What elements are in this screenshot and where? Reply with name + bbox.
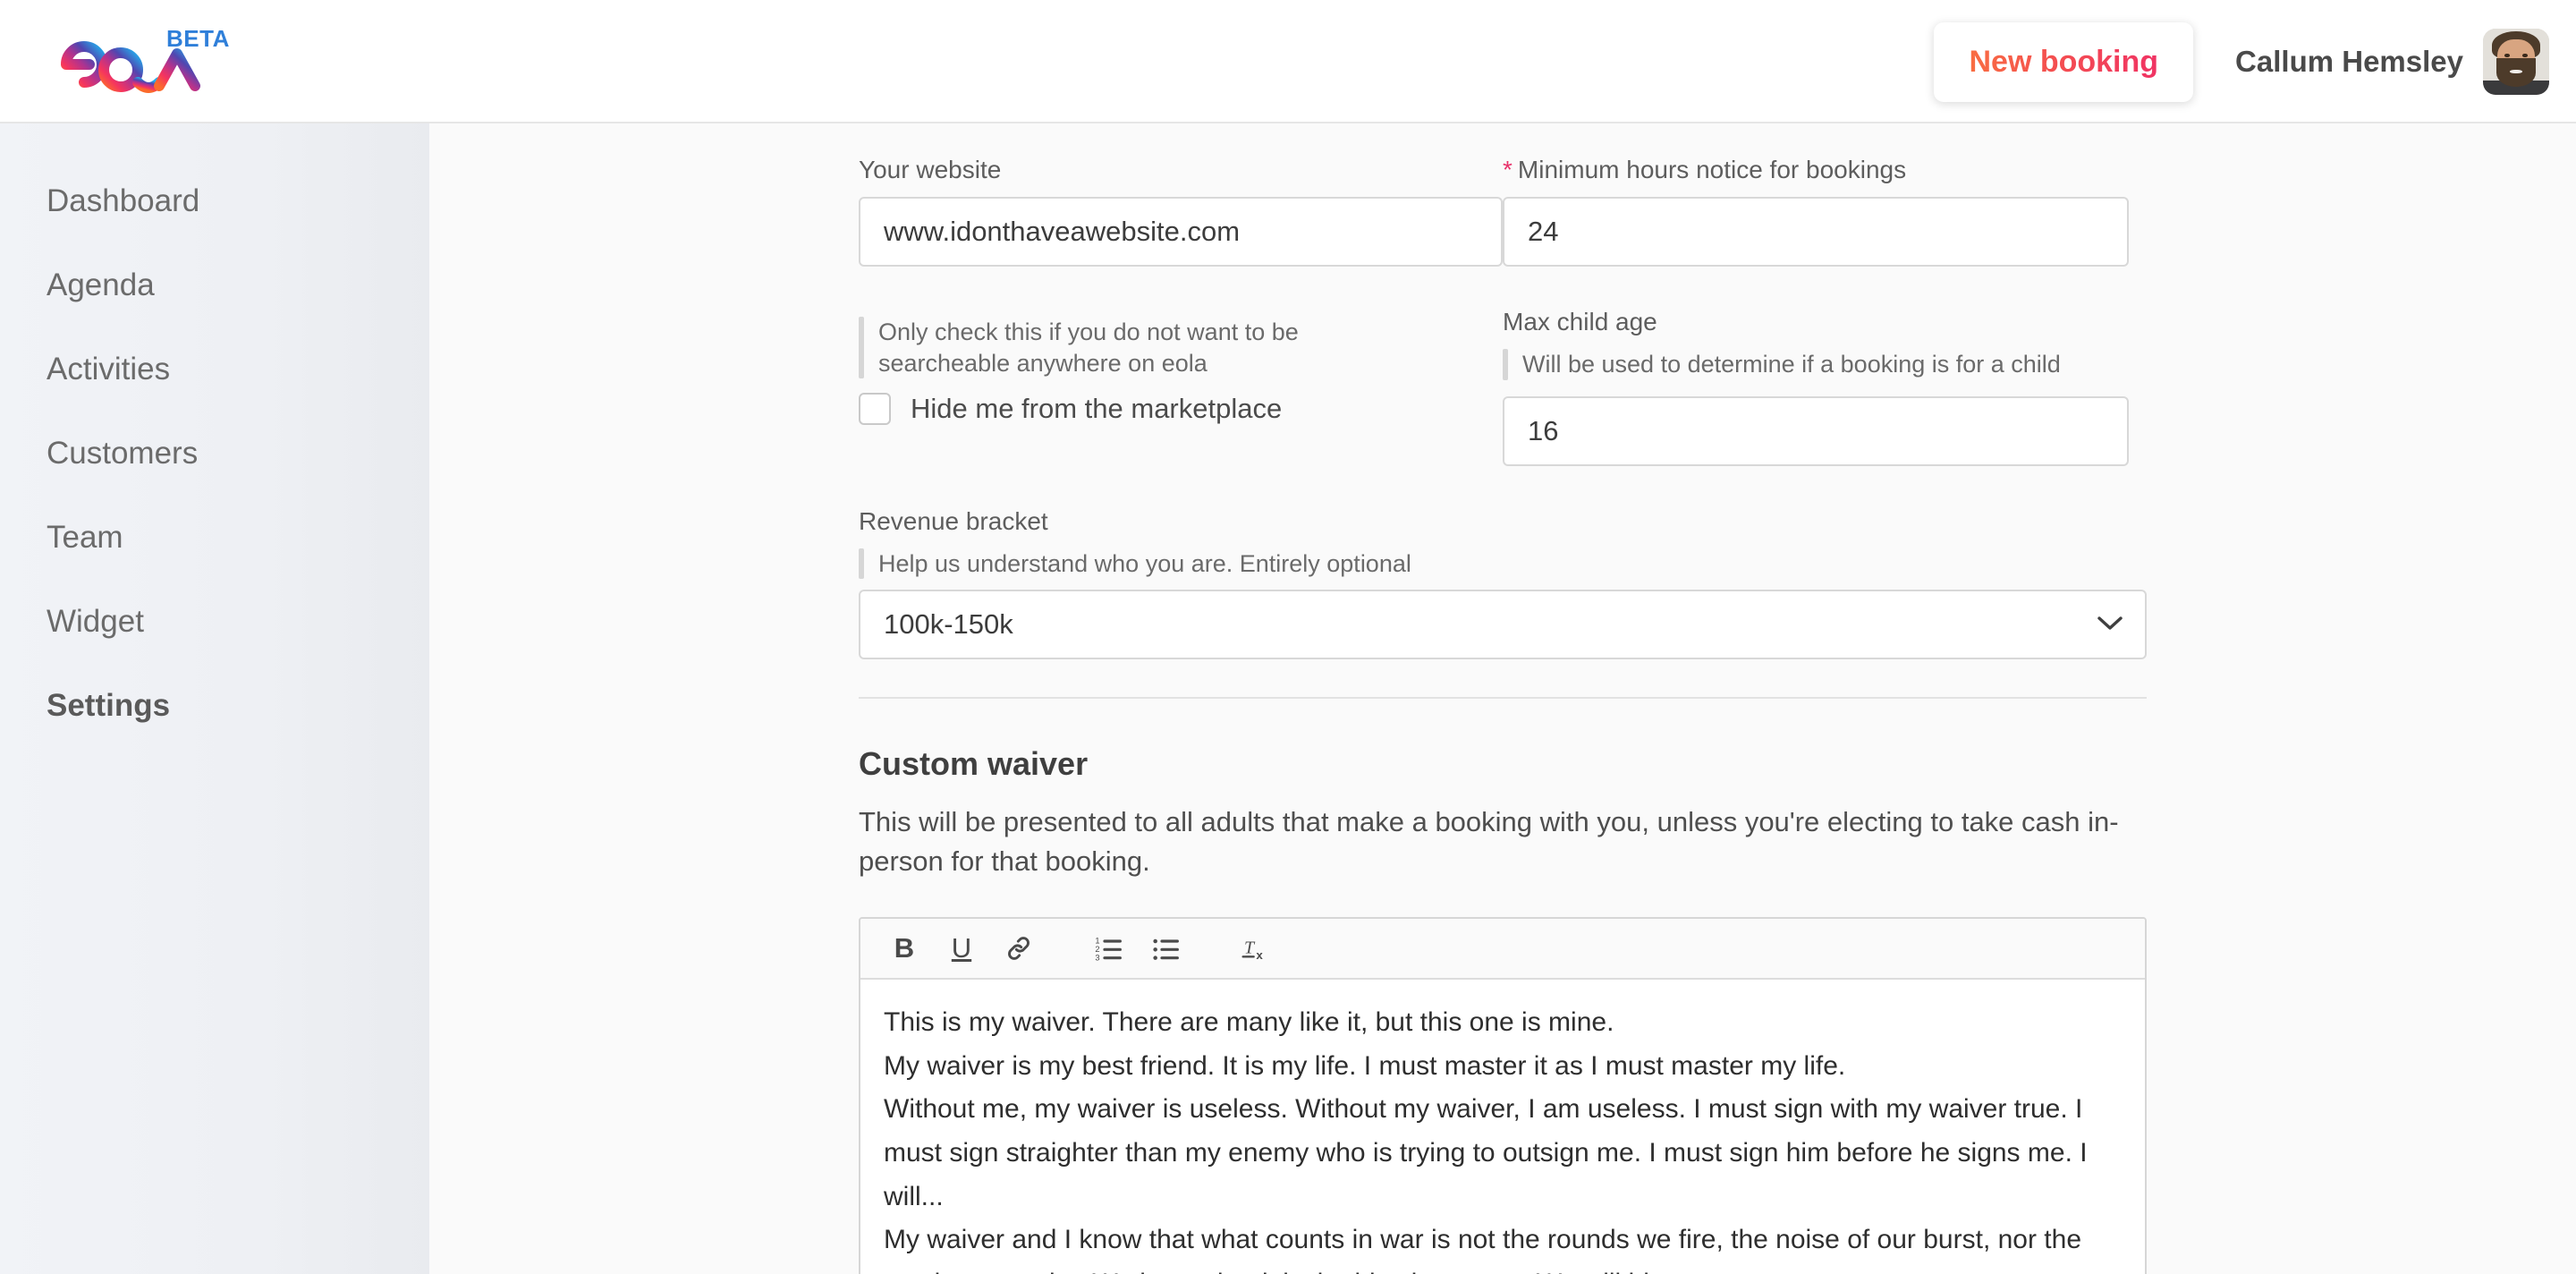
- revenue-bracket-select[interactable]: 100k-150k: [859, 590, 2147, 660]
- svg-text:3: 3: [1095, 953, 1099, 962]
- min-hours-input[interactable]: [1503, 197, 2129, 267]
- bullet-list-icon[interactable]: [1141, 924, 1190, 972]
- max-child-age-label: Max child age: [1503, 308, 1657, 335]
- sidebar-item-label: Agenda: [47, 268, 155, 302]
- waiver-paragraph: Without me, my waiver is useless. Withou…: [884, 1094, 2088, 1211]
- waiver-paragraph: My waiver is my best friend. It is my li…: [884, 1050, 1846, 1081]
- section-divider: [859, 697, 2147, 700]
- min-hours-field-group: * Minimum hours notice for bookings: [1503, 156, 2147, 267]
- website-input[interactable]: [859, 197, 1503, 267]
- revenue-bracket-select-wrap: 100k-150k: [859, 590, 2147, 660]
- top-header: BETA New booking Callum Hemsley: [0, 0, 2576, 123]
- sidebar-item-team[interactable]: Team: [0, 496, 429, 580]
- new-booking-button[interactable]: New booking: [1933, 21, 2194, 103]
- waiver-paragraph: My waiver and I know that what counts in…: [884, 1225, 2082, 1274]
- hide-marketplace-checkbox[interactable]: [859, 393, 891, 426]
- form-row-primary: Your website *Minimum hours notice for b…: [859, 156, 2147, 267]
- bold-icon[interactable]: B: [880, 924, 928, 972]
- min-hours-label-text: Minimum hours notice for bookings: [1517, 156, 1907, 183]
- hide-marketplace-label: Hide me from the marketplace: [911, 393, 1283, 425]
- max-child-age-helper: Will be used to determine if a booking i…: [1503, 349, 2147, 380]
- hide-marketplace-helper-text: Only check this if you do not want to be…: [878, 318, 1299, 377]
- custom-waiver-description: This will be presented to all adults tha…: [859, 806, 2119, 878]
- ordered-list-icon[interactable]: 123: [1084, 924, 1132, 972]
- revenue-bracket-helper-text: Help us understand who you are. Entirely…: [878, 549, 1411, 577]
- helper-accent-bar: [859, 548, 864, 580]
- user-menu[interactable]: Callum Hemsley: [2235, 29, 2549, 95]
- beta-badge: BETA: [166, 25, 230, 52]
- hide-marketplace-group: Only check this if you do not want to be…: [859, 308, 1503, 466]
- sidebar-item-label: Activities: [47, 352, 171, 386]
- helper-accent-bar: [859, 317, 864, 379]
- sidebar-item-label: Widget: [47, 604, 144, 639]
- sidebar-item-widget[interactable]: Widget: [0, 580, 429, 664]
- revenue-bracket-selected-value: 100k-150k: [884, 608, 1013, 641]
- sidebar-item-customers[interactable]: Customers: [0, 412, 429, 496]
- sidebar-item-activities[interactable]: Activities: [0, 327, 429, 412]
- sidebar-item-label: Team: [47, 520, 123, 555]
- waiver-rich-text-editor: B U 123 T x This is my waiver. There are…: [859, 917, 2147, 1274]
- sidebar-item-label: Customers: [47, 436, 199, 471]
- sidebar-item-agenda[interactable]: Agenda: [0, 243, 429, 327]
- sidebar-item-label: Settings: [47, 688, 171, 723]
- svg-text:T: T: [1244, 938, 1256, 957]
- max-child-age-group: Max child age Will be used to determine …: [1503, 308, 2147, 466]
- sidebar-item-label: Dashboard: [47, 183, 200, 218]
- max-child-age-helper-text: Will be used to determine if a booking i…: [1522, 351, 2061, 378]
- eola-logo[interactable]: BETA: [34, 23, 240, 104]
- revenue-bracket-helper: Help us understand who you are. Entirely…: [859, 548, 2147, 580]
- sidebar: Dashboard Agenda Activities Customers Te…: [0, 123, 429, 1274]
- waiver-editor-body[interactable]: This is my waiver. There are many like i…: [860, 980, 2145, 1274]
- underline-icon[interactable]: U: [937, 924, 986, 972]
- helper-accent-bar: [1503, 349, 1508, 380]
- link-icon[interactable]: [995, 924, 1043, 972]
- website-label: Your website: [859, 156, 1002, 183]
- user-name-label: Callum Hemsley: [2235, 45, 2463, 78]
- settings-form: Your website *Minimum hours notice for b…: [859, 123, 2147, 1274]
- clear-formatting-icon[interactable]: T x: [1231, 924, 1279, 972]
- revenue-bracket-label: Revenue bracket: [859, 506, 1048, 535]
- sidebar-item-dashboard[interactable]: Dashboard: [0, 159, 429, 243]
- custom-waiver-title: Custom waiver: [859, 745, 1089, 783]
- waiver-paragraph: This is my waiver. There are many like i…: [884, 1007, 1614, 1038]
- website-field-group: Your website: [859, 156, 1503, 267]
- app-root: BETA New booking Callum Hemsley Dashboar…: [0, 0, 2576, 1274]
- svg-text:x: x: [1256, 948, 1263, 962]
- header-right-group: New booking Callum Hemsley: [1933, 0, 2549, 123]
- form-row-secondary: Only check this if you do not want to be…: [859, 308, 2147, 466]
- sidebar-item-settings[interactable]: Settings: [0, 664, 429, 748]
- waiver-editor-toolbar: B U 123 T x: [860, 919, 2145, 981]
- max-child-age-input[interactable]: [1503, 395, 2129, 466]
- avatar[interactable]: [2483, 29, 2549, 95]
- required-asterisk: *: [1503, 156, 1513, 183]
- min-hours-label: * Minimum hours notice for bookings: [1503, 156, 2147, 184]
- revenue-bracket-group: Revenue bracket Help us understand who y…: [859, 507, 2147, 660]
- hide-marketplace-helper: Only check this if you do not want to be…: [859, 317, 1503, 379]
- main-content: Your website *Minimum hours notice for b…: [429, 123, 2576, 1274]
- hide-marketplace-checkbox-row[interactable]: Hide me from the marketplace: [859, 393, 1503, 426]
